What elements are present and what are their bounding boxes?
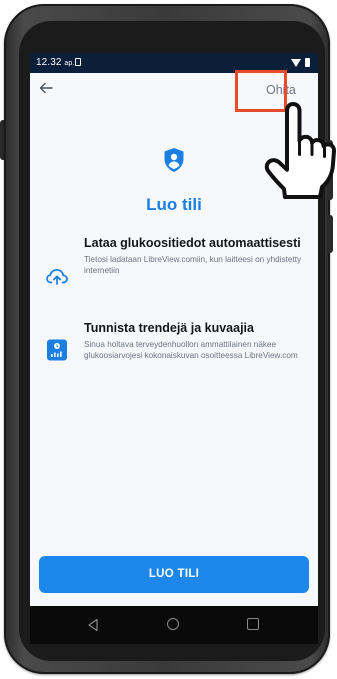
chart-report-icon [45, 338, 69, 362]
create-account-button[interactable]: LUO TILI [39, 556, 309, 593]
arrow-left-icon[interactable] [39, 81, 55, 97]
sim-card-icon [75, 58, 81, 66]
status-time-value: 12.32 [36, 57, 62, 68]
nav-recent-apps-icon[interactable] [247, 618, 259, 630]
feature-text: Lataa glukoositiedot automaattisesti Tie… [84, 236, 316, 276]
device-frame: 12.32 ap. Ohita Luo tili Lataa glukoosit… [0, 0, 337, 679]
nav-back-icon[interactable] [86, 617, 100, 632]
feature-text: Tunnista trendejä ja kuvaajia Sinua hoit… [84, 321, 316, 361]
wifi-icon [291, 58, 301, 67]
feature-description: Sinua hoitava terveydenhuollon ammattila… [84, 340, 298, 360]
nav-home-icon[interactable] [167, 618, 179, 630]
pointing-hand-icon [255, 96, 337, 206]
system-nav-bar [30, 606, 318, 644]
status-icons [291, 58, 310, 67]
side-key [327, 215, 333, 253]
feature-title: Lataa glukoositiedot automaattisesti [84, 236, 301, 250]
shield-user-icon [163, 147, 185, 173]
status-time: 12.32 ap. [36, 57, 74, 68]
battery-icon [305, 58, 310, 67]
feature-description: Tietosi ladataan LibreView.comiin, kun l… [84, 255, 302, 275]
status-time-period: ap. [64, 60, 75, 67]
cloud-upload-icon [45, 264, 69, 288]
feature-title: Tunnista trendejä ja kuvaajia [84, 321, 254, 335]
